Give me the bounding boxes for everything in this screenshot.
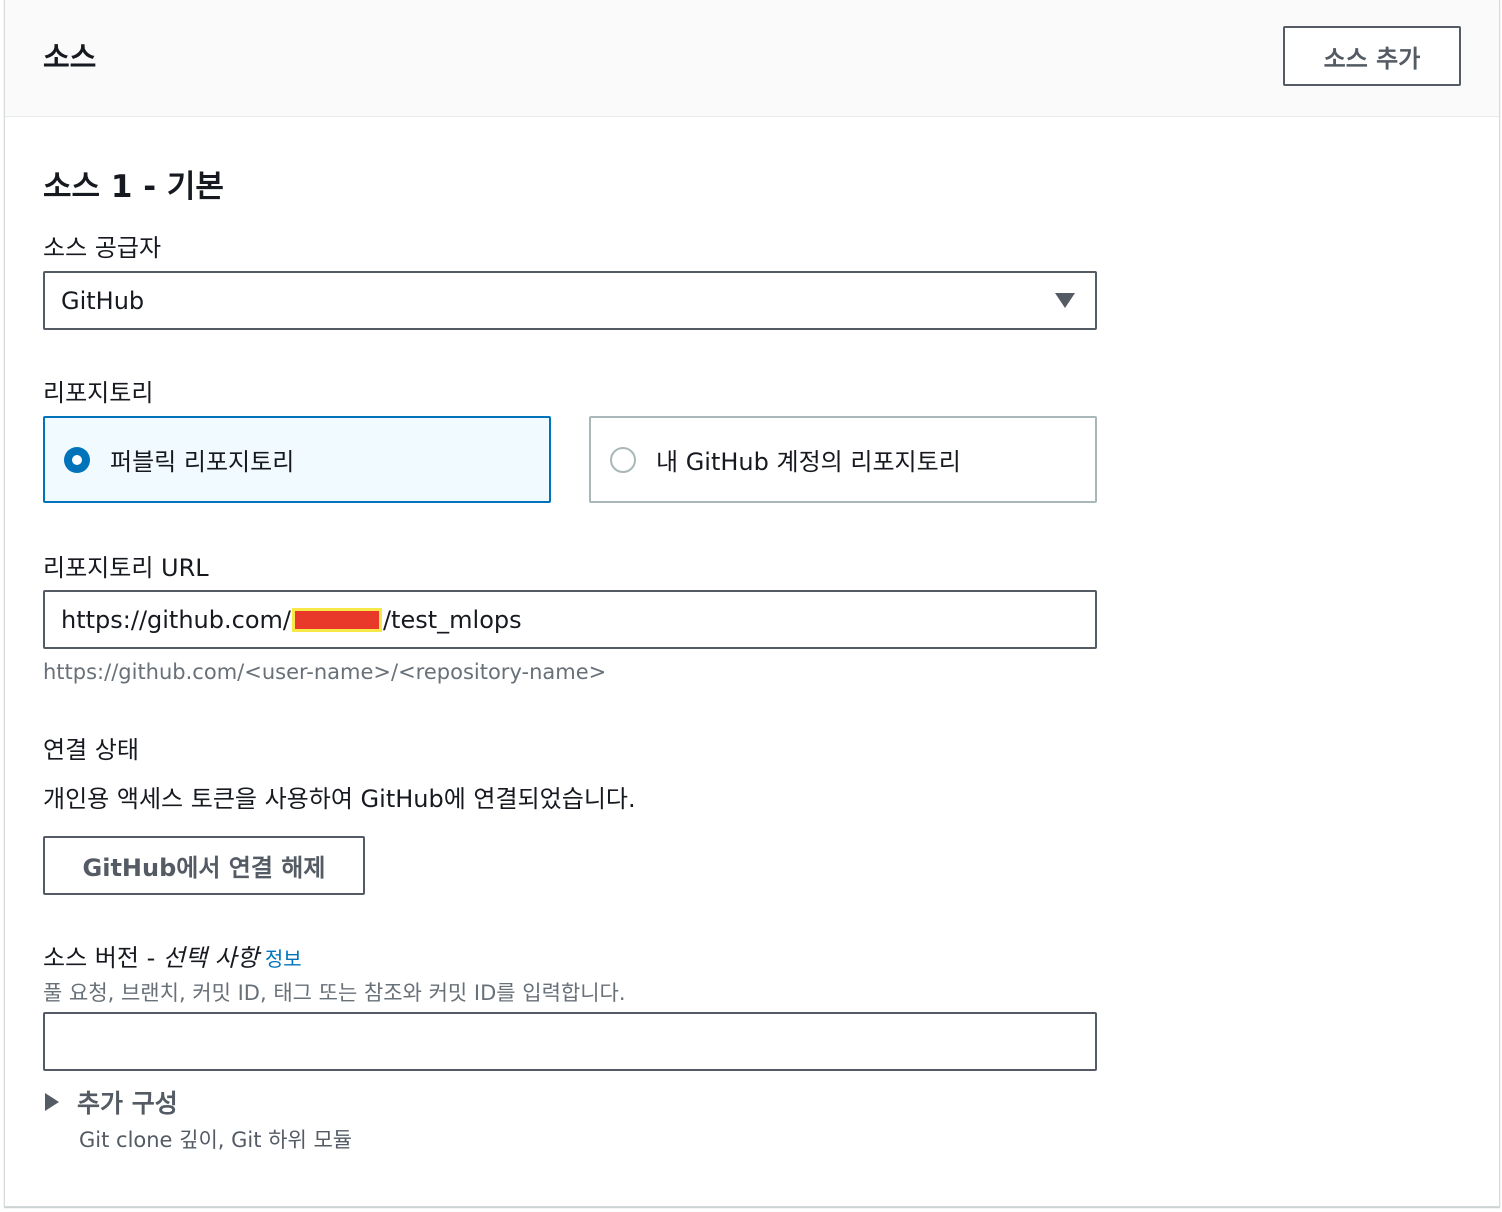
source-version-input[interactable]: [43, 1012, 1097, 1071]
caret-right-icon: [45, 1093, 59, 1111]
info-link[interactable]: 정보: [265, 947, 302, 971]
source-version-optional: 선택 사항: [162, 944, 259, 972]
repository-url-hint: https://github.com/<user-name>/<reposito…: [43, 660, 607, 684]
additional-config-expander[interactable]: 추가 구성: [45, 1084, 178, 1120]
source-provider-label: 소스 공급자: [43, 234, 162, 262]
connection-status-text: 개인용 액세스 토큰을 사용하여 GitHub에 연결되었습니다.: [43, 785, 636, 813]
redacted-username-block: [291, 607, 382, 632]
radio-my-github-repository[interactable]: 내 GitHub 계정의 리포지토리: [589, 416, 1097, 503]
repository-url-label: 리포지토리 URL: [43, 554, 209, 582]
source-provider-select[interactable]: GitHub: [43, 271, 1097, 330]
disconnect-github-button[interactable]: GitHub에서 연결 해제: [43, 836, 365, 895]
additional-config-label: 추가 구성: [77, 1089, 178, 1118]
additional-config-description: Git clone 깊이, Git 하위 모듈: [79, 1128, 353, 1152]
radio-my-github-label: 내 GitHub 계정의 리포지토리: [656, 448, 961, 476]
radio-public-label: 퍼블릭 리포지토리: [110, 448, 295, 476]
panel-title: 소스: [43, 40, 97, 74]
source-version-label-row: 소스 버전 - 선택 사항 정보: [43, 938, 302, 973]
url-suffix: /test_mlops: [382, 605, 522, 634]
url-prefix: https://github.com/: [61, 605, 291, 634]
source-version-label: 소스 버전 -: [43, 944, 156, 972]
radio-checked-icon: [64, 446, 90, 473]
radio-unchecked-icon: [610, 446, 636, 473]
source-version-description: 풀 요청, 브랜치, 커밋 ID, 태그 또는 참조와 커밋 ID를 입력합니다…: [43, 981, 626, 1005]
radio-public-repository[interactable]: 퍼블릭 리포지토리: [43, 416, 551, 503]
source-panel: 소스 소스 추가 소스 1 - 기본 소스 공급자 GitHub 리포지토리 퍼…: [4, 0, 1500, 1207]
panel-header: 소스 소스 추가: [5, 0, 1499, 117]
repository-label: 리포지토리: [43, 379, 154, 407]
section-title: 소스 1 - 기본: [43, 169, 224, 205]
connection-status-label: 연결 상태: [43, 736, 139, 764]
caret-down-icon: [1055, 293, 1075, 308]
repository-url-input[interactable]: https://github.com/ /test_mlops: [43, 590, 1097, 649]
add-source-button[interactable]: 소스 추가: [1283, 26, 1461, 86]
source-provider-value: GitHub: [61, 286, 145, 315]
